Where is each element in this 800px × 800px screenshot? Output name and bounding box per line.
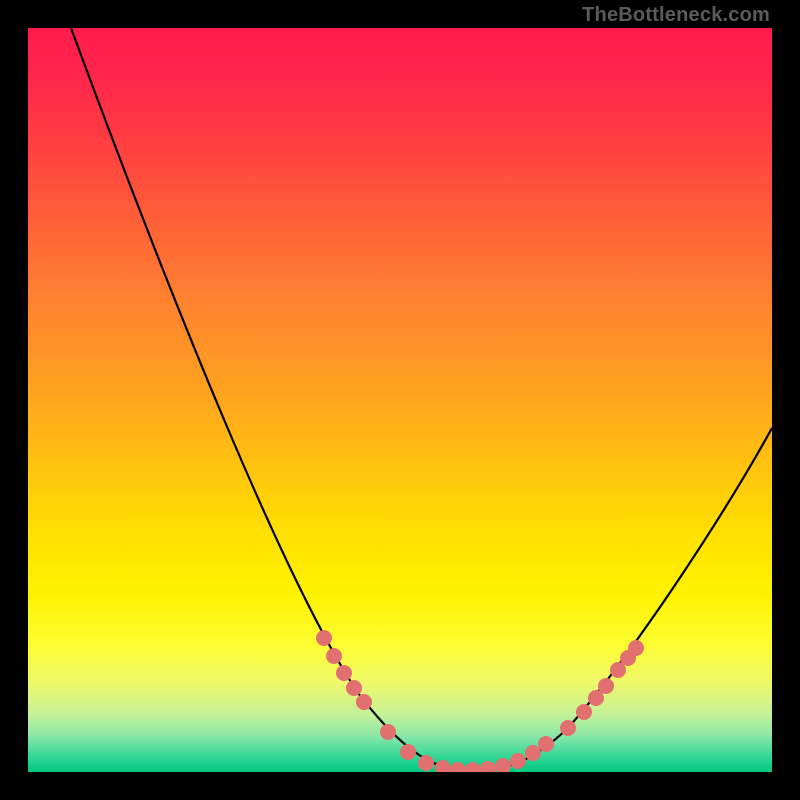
highlight-dot bbox=[495, 758, 511, 772]
highlight-dot bbox=[418, 755, 434, 771]
watermark-text: TheBottleneck.com bbox=[582, 4, 770, 27]
highlight-dot bbox=[400, 744, 416, 760]
highlight-dot bbox=[510, 753, 526, 769]
highlight-dots-group bbox=[316, 630, 644, 772]
highlight-dot bbox=[336, 665, 352, 681]
highlight-dot bbox=[450, 762, 466, 772]
highlight-dot bbox=[560, 720, 576, 736]
highlight-dot bbox=[316, 630, 332, 646]
highlight-dot bbox=[346, 680, 362, 696]
highlight-dot bbox=[435, 760, 451, 772]
highlight-dot bbox=[380, 724, 396, 740]
bottleneck-curve bbox=[71, 28, 772, 770]
highlight-dot bbox=[538, 736, 554, 752]
curve-svg bbox=[28, 28, 772, 772]
chart-frame: TheBottleneck.com bbox=[0, 0, 800, 800]
highlight-dot bbox=[326, 648, 342, 664]
highlight-dot bbox=[598, 678, 614, 694]
highlight-dot bbox=[480, 761, 496, 772]
highlight-dot bbox=[628, 640, 644, 656]
highlight-dot bbox=[465, 762, 481, 772]
highlight-dot bbox=[576, 704, 592, 720]
highlight-dot bbox=[525, 745, 541, 761]
highlight-dot bbox=[356, 694, 372, 710]
